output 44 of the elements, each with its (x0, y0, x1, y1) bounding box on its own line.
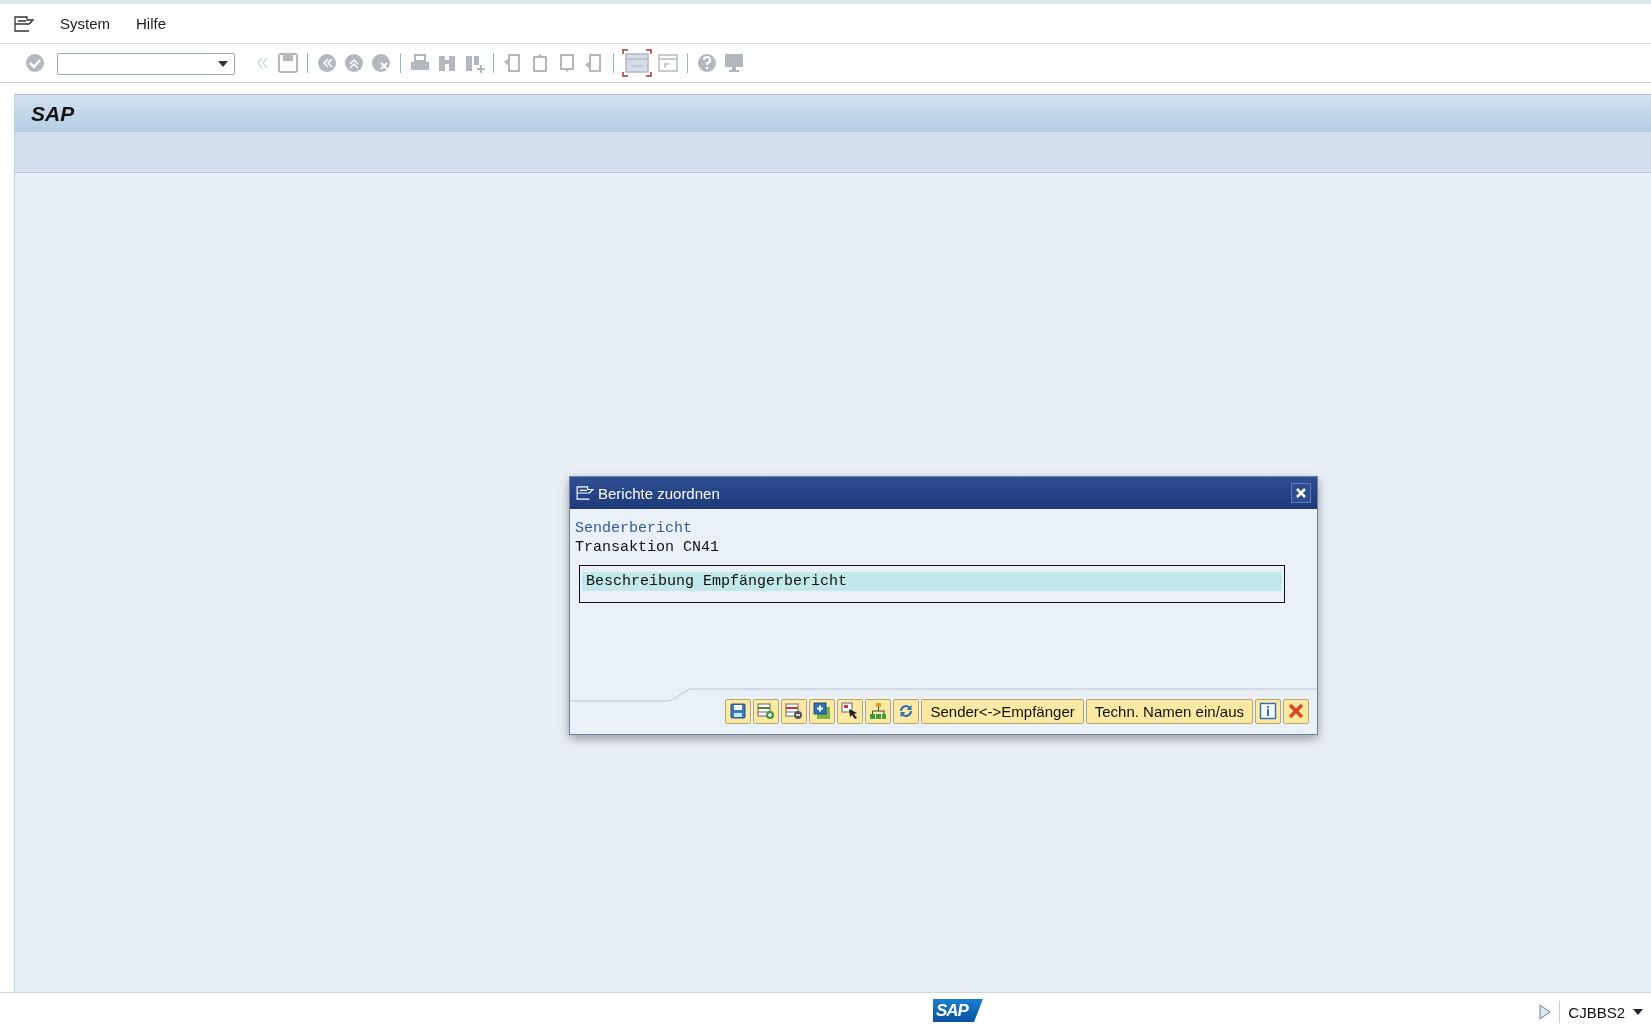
new-window-icon[interactable] (622, 49, 652, 77)
menu-icon[interactable] (14, 15, 34, 32)
action-button[interactable]: Techn. Namen ein/aus (1085, 698, 1253, 724)
back-icon[interactable] (316, 52, 338, 74)
up-icon[interactable] (343, 52, 365, 74)
save-icon[interactable] (277, 52, 299, 74)
cursor-icon (841, 702, 860, 720)
save-button[interactable] (725, 698, 752, 724)
cancel-button[interactable] (1283, 698, 1309, 724)
dropdown-caret-icon[interactable] (1633, 1009, 1643, 1015)
hierarchy-icon (869, 702, 888, 720)
menu-item[interactable]: Hilfe (136, 15, 167, 32)
dialog-menu-icon[interactable] (576, 486, 594, 500)
plus-icon (813, 702, 832, 720)
save-icon (729, 702, 748, 720)
remove-row-icon (785, 702, 804, 720)
shortcut-icon[interactable] (657, 52, 679, 74)
add-row-icon (757, 702, 776, 720)
help-icon[interactable] (696, 52, 718, 74)
delete-row-button[interactable] (781, 698, 808, 724)
command-field[interactable] (57, 53, 235, 75)
sender-label: Senderbericht (575, 519, 694, 538)
play-icon[interactable] (1539, 1004, 1552, 1020)
action-button[interactable]: Sender<->Empfänger (921, 698, 1084, 724)
screen-title: SAP (31, 101, 75, 126)
cancel-icon[interactable] (370, 52, 392, 74)
select-button[interactable] (837, 698, 864, 724)
list-row[interactable]: Beschreibung Empfängerbericht (582, 572, 1282, 591)
sender-value: Transaktion CN41 (575, 538, 721, 557)
dropdown-caret-icon[interactable] (218, 61, 228, 67)
refresh-button[interactable] (893, 698, 920, 724)
insert-row-button[interactable] (753, 698, 780, 724)
system-name: CJBBS2 (1568, 1003, 1625, 1021)
info-icon (1259, 702, 1277, 720)
monitor-icon[interactable] (723, 52, 745, 74)
check-icon[interactable] (24, 52, 46, 74)
sap-logo: SAP (933, 999, 983, 1022)
add-button[interactable] (809, 698, 836, 724)
info-button[interactable] (1255, 698, 1281, 724)
menu-item[interactable]: System (60, 15, 110, 32)
close-icon (1295, 487, 1307, 499)
close-button[interactable] (1291, 483, 1311, 503)
close-icon (1287, 702, 1305, 720)
dialog-title: Berichte zuordnen (598, 484, 721, 502)
